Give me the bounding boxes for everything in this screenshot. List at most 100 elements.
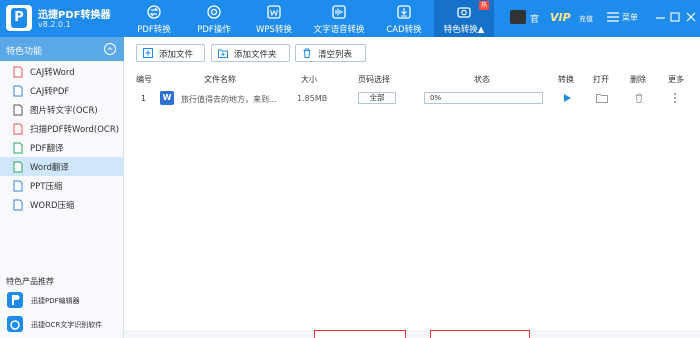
hot-badge: 热 [478, 1, 489, 10]
member-label[interactable]: 官 [530, 12, 539, 25]
col-filename: 文件名称 [204, 75, 236, 84]
cad-download-icon [397, 5, 411, 19]
compress-file-icon [13, 199, 23, 211]
row-filename: 旅行值得去的地方，来到... [181, 95, 277, 104]
sidebar-item-label: 图片转文字(OCR) [30, 106, 98, 116]
wps-icon [267, 5, 281, 19]
col-open: 打开 [593, 75, 609, 84]
row-index: 1 [141, 94, 147, 103]
bottom-button-left[interactable] [314, 330, 406, 338]
nav-text-speech[interactable]: 文字语音转换 [304, 0, 374, 37]
close-icon[interactable] [686, 12, 696, 22]
file-icon [13, 85, 23, 97]
recommend-title: 特色产品推荐 [6, 277, 54, 286]
add-file-label: 添加文件 [159, 50, 194, 60]
nav-wps-convert[interactable]: WPS转换 [244, 0, 304, 37]
bottom-area [124, 330, 700, 338]
sidebar-header: 特色功能 [0, 37, 124, 61]
scan-file-icon [13, 123, 23, 135]
add-folder-label: 添加文件夹 [234, 50, 277, 60]
sidebar-item-label: CAJ转PDF [30, 87, 70, 97]
compress-file-icon [13, 180, 23, 192]
sidebar-item-caj-pdf[interactable]: CAJ转PDF [0, 81, 124, 100]
word-file-icon: W [160, 91, 174, 105]
col-convert: 转换 [558, 75, 574, 84]
sidebar: 特色功能 CAJ转Word CAJ转PDF 图片转文字(OCR) 扫描PDF转W… [0, 37, 124, 338]
swap-icon [147, 5, 161, 19]
file-table-header: 编号 文件名称 大小 页码选择 状态 转换 打开 删除 更多 [124, 72, 700, 86]
col-delete: 删除 [630, 75, 646, 84]
app-name: 迅捷PDF转换器 [38, 10, 111, 21]
nav-label: WPS转换 [256, 25, 292, 35]
add-file-icon [143, 48, 153, 58]
maximize-icon[interactable] [670, 12, 680, 22]
trash-icon[interactable] [634, 93, 644, 103]
camera-icon [457, 7, 471, 18]
nav-label: 文字语音转换 [313, 25, 365, 35]
sidebar-item-pdf-translate[interactable]: PDF翻译 [0, 138, 124, 157]
sidebar-item-label: 扫描PDF转Word(OCR) [30, 125, 120, 135]
sidebar-item-label: PDF翻译 [30, 144, 64, 154]
add-folder-icon [218, 49, 228, 58]
bottom-button-right[interactable] [430, 330, 530, 338]
vip-recharge-label[interactable]: 充值 [579, 14, 593, 24]
image-file-icon [13, 104, 23, 116]
translate-file-icon [13, 161, 23, 173]
window-controls [656, 12, 696, 22]
pdf-editor-icon [7, 292, 23, 308]
col-index: 编号 [136, 75, 152, 84]
title-bar: P 迅捷PDF转换器 v8.2.0.1 PDF转换 PDF操作 WPS转换 文字… [0, 0, 700, 37]
sidebar-item-label: WORD压缩 [30, 201, 75, 211]
sidebar-item-ppt-compress[interactable]: PPT压缩 [0, 176, 124, 195]
ocr-app-icon [7, 316, 23, 332]
sidebar-title: 特色功能 [6, 47, 43, 57]
recommend-pdf-editor[interactable]: 迅捷PDF编辑器 [5, 290, 117, 310]
avatar[interactable] [510, 10, 526, 24]
nav-cad-convert[interactable]: CAD转换 [374, 0, 434, 37]
clear-list-label: 清空列表 [318, 50, 353, 60]
clear-list-button[interactable]: 清空列表 [295, 44, 366, 62]
recommend-label: 迅捷OCR文字识别软件 [31, 321, 103, 329]
translate-file-icon [13, 142, 23, 154]
sidebar-item-word-compress[interactable]: WORD压缩 [0, 195, 124, 214]
recommend-ocr[interactable]: 迅捷OCR文字识别软件 [5, 314, 117, 334]
nav-special-convert[interactable]: 热 特色转换▲ [434, 0, 494, 37]
collapse-icon[interactable] [104, 43, 116, 55]
sidebar-item-word-translate[interactable]: Word翻译 [0, 157, 124, 176]
progress-text: 0% [430, 94, 442, 102]
row-size: 1.85MB [297, 94, 328, 103]
sidebar-item-scan-pdf-word[interactable]: 扫描PDF转Word(OCR) [0, 119, 124, 138]
add-file-button[interactable]: 添加文件 [136, 44, 205, 62]
sidebar-item-caj-word[interactable]: CAJ转Word [0, 62, 124, 81]
table-row[interactable]: 1 W 旅行值得去的地方，来到... 1.85MB 全部 0% [124, 88, 700, 108]
toolbar: 添加文件 添加文件夹 清空列表 [124, 37, 700, 71]
nav-label: PDF操作 [197, 25, 231, 35]
app-logo-icon: P [6, 5, 32, 31]
page-select[interactable]: 全部 [358, 92, 396, 104]
sidebar-item-label: Word翻译 [30, 163, 69, 173]
col-more: 更多 [668, 75, 684, 84]
top-nav: PDF转换 PDF操作 WPS转换 文字语音转换 CAD转换 热 特色转换▲ [124, 0, 494, 37]
nav-label: 特色转换▲ [443, 25, 485, 35]
app-version: v8.2.0.1 [38, 20, 71, 29]
col-status: 状态 [474, 75, 490, 84]
nav-label: CAD转换 [386, 25, 422, 35]
sidebar-item-label: PPT压缩 [30, 182, 63, 192]
folder-icon[interactable] [596, 93, 608, 103]
sidebar-item-image-ocr[interactable]: 图片转文字(OCR) [0, 100, 124, 119]
nav-label: PDF转换 [137, 25, 171, 35]
col-size: 大小 [301, 75, 317, 84]
menu-label[interactable]: 菜单 [622, 12, 638, 23]
menu-icon[interactable] [607, 12, 619, 22]
nav-pdf-convert[interactable]: PDF转换 [124, 0, 184, 37]
play-icon[interactable] [562, 93, 572, 103]
add-folder-button[interactable]: 添加文件夹 [211, 44, 290, 62]
recommend-label: 迅捷PDF编辑器 [31, 297, 80, 305]
chat-icon [207, 5, 221, 19]
vip-button[interactable]: VIP [550, 11, 571, 24]
file-icon [13, 66, 23, 78]
nav-pdf-ops[interactable]: PDF操作 [184, 0, 244, 37]
more-icon[interactable] [673, 92, 677, 104]
progress-bar: 0% [424, 92, 543, 104]
trash-icon [303, 48, 311, 58]
